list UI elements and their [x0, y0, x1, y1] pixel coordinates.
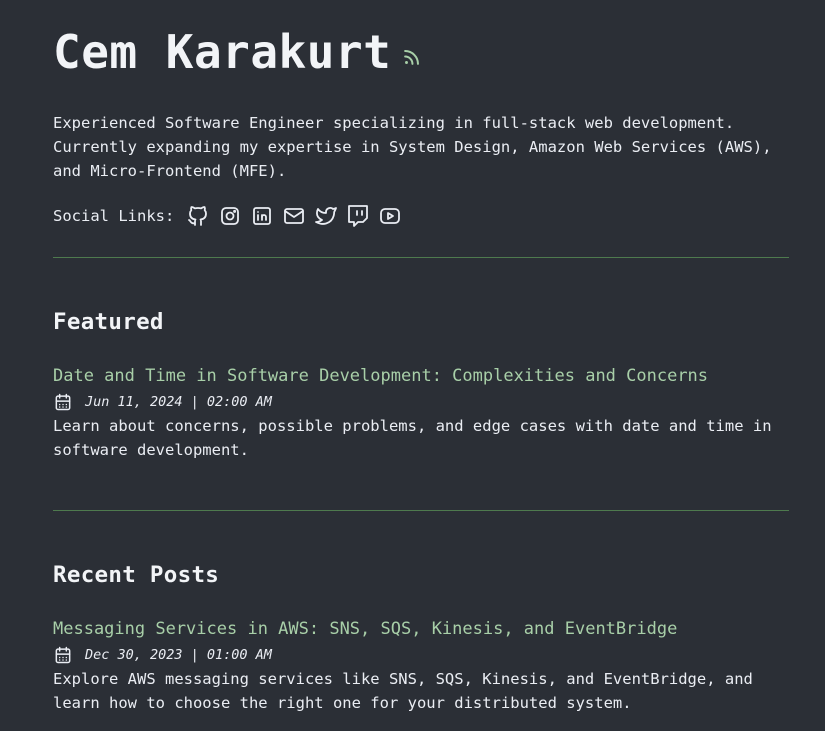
- post-title-link[interactable]: Date and Time in Software Development: C…: [53, 363, 789, 389]
- post-title-link[interactable]: Messaging Services in AWS: SNS, SQS, Kin…: [53, 616, 789, 642]
- social-links-label: Social Links:: [53, 207, 175, 225]
- post-description: Explore AWS messaging services like SNS,…: [53, 670, 753, 712]
- instagram-icon[interactable]: [218, 204, 242, 228]
- featured-heading: Featured: [53, 309, 164, 335]
- featured-post: Date and Time in Software Development: C…: [53, 363, 789, 462]
- linkedin-icon[interactable]: [250, 204, 274, 228]
- social-links: Social Links:: [53, 203, 410, 229]
- rss-icon[interactable]: [401, 46, 423, 68]
- github-icon[interactable]: [186, 204, 210, 228]
- intro-text: Experienced Software Engineer specializi…: [53, 114, 772, 180]
- mail-icon[interactable]: [282, 204, 306, 228]
- site-title[interactable]: Cem Karakurt: [53, 24, 391, 80]
- twitter-icon[interactable]: [314, 204, 338, 228]
- calendar-icon: [53, 392, 73, 412]
- post-description: Learn about concerns, possible problems,…: [53, 417, 772, 459]
- social-icon-list: [186, 204, 410, 228]
- youtube-icon[interactable]: [378, 204, 402, 228]
- post-meta: Dec 30, 2023 | 01:00 AM: [53, 643, 789, 667]
- divider: [53, 257, 789, 258]
- calendar-icon: [53, 645, 73, 665]
- recent-posts-heading: Recent Posts: [53, 562, 220, 588]
- post-meta: Jun 11, 2024 | 02:00 AM: [53, 390, 789, 414]
- twitch-icon[interactable]: [346, 204, 370, 228]
- divider: [53, 510, 789, 511]
- recent-post: Messaging Services in AWS: SNS, SQS, Kin…: [53, 616, 789, 715]
- header: Cem Karakurt: [53, 20, 423, 80]
- post-date: Dec 30, 2023 | 01:00 AM: [85, 647, 272, 663]
- post-date: Jun 11, 2024 | 02:00 AM: [85, 394, 272, 410]
